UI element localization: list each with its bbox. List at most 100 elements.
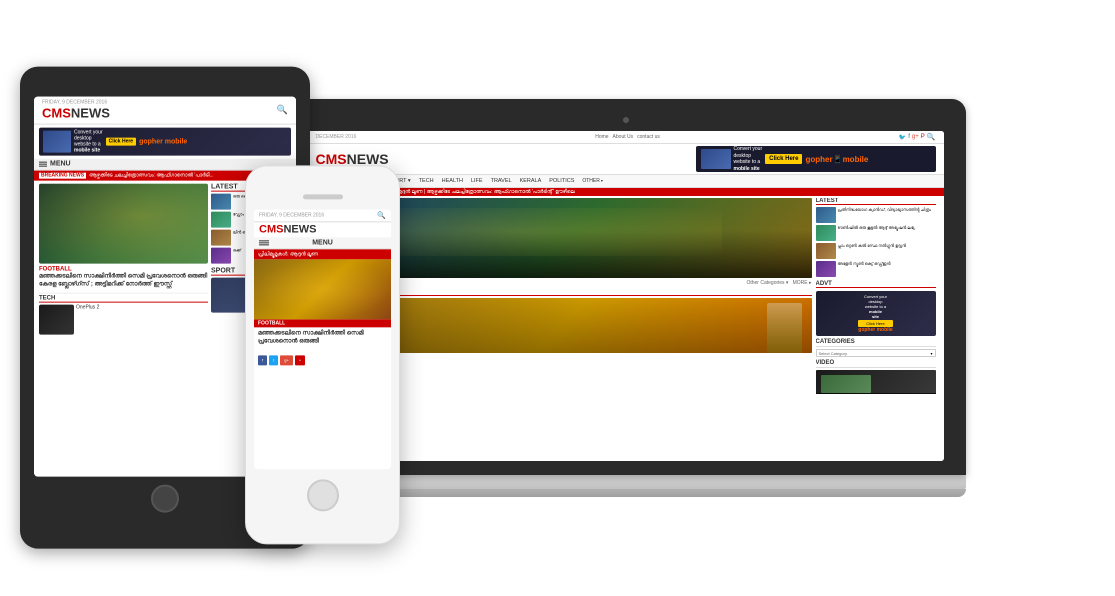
laptop-date-label: DECEMBER 2016 <box>316 134 357 140</box>
phone-menu-bar: MENU <box>254 237 391 249</box>
phone-football-label: FOOTBALL <box>254 319 391 327</box>
phone-header: FRIDAY, 9 DECEMBER 2016 🔍 <box>254 209 391 222</box>
phone-share-facebook[interactable]: f <box>258 355 267 365</box>
laptop-nav-politics[interactable]: POLITICS <box>547 177 576 185</box>
laptop-side-text-3: പ്ലാം ഒറ്റൺ കൽ സ്ഥേ നൽഗ്ലൻ ഉദ്ദ്യൻ <box>838 243 907 259</box>
scene: DECEMBER 2016 Home About Us contact us 🐦… <box>0 0 1115 596</box>
phone-share-more[interactable]: + <box>295 355 305 365</box>
laptop-side-item-3: പ്ലാം ഒറ്റൺ കൽ സ്ഥേ നൽഗ്ലൻ ഉദ്ദ്യൻ <box>816 243 936 259</box>
tablet-side-thumb-4 <box>211 248 231 264</box>
laptop-camera <box>623 117 629 123</box>
phone-breaking-text: പ്രിലിമ്യൂമൂകൾ: ആദ്ദൻ ലൂണ <box>258 251 318 257</box>
facebook-icon[interactable]: f <box>908 134 910 140</box>
twitter-icon[interactable]: 🐦 <box>899 134 906 141</box>
phone-logo-row: CMSNEWS <box>254 222 391 237</box>
tablet-tech-section: TECH OnePlus 2 <box>39 292 208 334</box>
tablet-search-icon[interactable]: 🔍 <box>277 105 288 116</box>
laptop-body: Other Categories ▾ MORE ▸ NEWSROOM Other… <box>308 196 944 396</box>
laptop-ticker: BREAKING NEWS പ്രിലിമ്യൂമൂകൾ: ആദ്ദൻ ലൂണ … <box>308 188 944 196</box>
laptop-categories: CATEGORIES Select Category ▾ <box>816 339 936 357</box>
laptop-side-item-2: ടൗൺഷിൽ ഒരു കൂട്ടൽ ആദ്ദ് അഭ്യൂഷൻ ലഭ്യ <box>816 225 936 241</box>
phone-speaker <box>303 194 343 199</box>
tablet-football-label: FOOTBALL <box>39 267 208 273</box>
laptop-news-site: DECEMBER 2016 Home About Us contact us 🐦… <box>308 131 944 461</box>
laptop-categories-placeholder: Select Category <box>819 351 847 356</box>
laptop-top-ad-banner: Convert your desktop website to a mobile… <box>696 146 936 172</box>
tablet-ad-text: Convert your desktop website to a mobile… <box>74 130 103 154</box>
laptop-nav-about[interactable]: About Us <box>613 134 634 140</box>
googleplus-icon[interactable]: g+ <box>912 134 919 140</box>
laptop-categories-select[interactable]: Select Category ▾ <box>816 349 936 357</box>
phone-story-img <box>254 259 391 319</box>
phone-story-img-inner <box>254 259 391 319</box>
tablet-header: FRIDAY, 9 DECEMBER 2016 CMSNEWS 🔍 <box>34 97 296 125</box>
laptop-main-nav: BUSINESS ▾ MOVIE ▾ SPORT ▾ TECH HEALTH L… <box>308 174 944 188</box>
phone-breaking-bar: പ്രിലിമ്യൂമൂകൾ: ആദ്ദൻ ലൂണ <box>254 249 391 259</box>
phone-share-bar: f t g+ + <box>254 352 391 368</box>
laptop-side-thumb-1 <box>816 207 836 223</box>
tablet-ad-click-btn[interactable]: Click Here <box>106 138 136 146</box>
phone-date: FRIDAY, 9 DECEMBER 2016 <box>259 212 324 218</box>
tablet-side-thumb-1 <box>211 194 231 210</box>
laptop-nav-other[interactable]: OTHER <box>580 177 605 185</box>
laptop-side-ad-brand: gopher mobile <box>858 327 892 333</box>
tablet-ad-phones <box>43 131 71 153</box>
laptop-nav-travel[interactable]: TRAVEL <box>489 177 514 185</box>
laptop-screen: DECEMBER 2016 Home About Us contact us 🐦… <box>308 131 944 461</box>
laptop-video-caption: Final notification on wester... <box>816 393 936 394</box>
laptop-side-thumb-4 <box>816 261 836 277</box>
laptop-side-latest: പ്രതിനിദ്ധയോഗ ക്വാൻഡ്, വിദ്യാഭ്യാസത്തിൻ്… <box>816 207 936 277</box>
tablet-tech-thumb <box>39 304 74 334</box>
tablet-football-story: FOOTBALL മഞ്ഞക്കടലിനെ സാക്ഷിനിർത്തി സെമി… <box>39 267 208 290</box>
laptop-nav-tech[interactable]: TECH <box>417 177 436 185</box>
search-icon[interactable]: 🔍 <box>927 133 936 141</box>
phone-home-btn[interactable] <box>307 479 339 511</box>
laptop-categories-title: CATEGORIES <box>816 339 936 347</box>
hamburger-icon[interactable] <box>39 162 47 167</box>
laptop-side-item-1: പ്രതിനിദ്ധയോഗ ക്വാൻഡ്, വിദ്യാഭ്യാസത്തിൻ്… <box>816 207 936 223</box>
laptop-side-thumb-3 <box>816 243 836 259</box>
tablet-ticker-label: BREAKING NEWS <box>39 173 86 179</box>
phone-share-google[interactable]: g+ <box>280 355 293 365</box>
phone-hamburger-icon[interactable] <box>259 240 269 245</box>
laptop-social-icons: 🐦 f g+ P 🔍 <box>899 133 936 141</box>
laptop-nav-contact[interactable]: contact us <box>637 134 660 140</box>
laptop-ad-icons <box>701 149 731 169</box>
laptop-video-title: VIDEO <box>816 360 936 368</box>
phone-story-title: മഞ്ഞക്കടലിനെ സാക്ഷിനിർത്തി സെമി പ്രവേശനൊ… <box>254 327 391 348</box>
chevron-down-icon: ▾ <box>930 351 932 356</box>
phone-share-twitter[interactable]: t <box>269 355 278 365</box>
laptop-nav-kerala[interactable]: KERALA <box>518 177 544 185</box>
laptop-latest-col: LATEST പ്രതിനിദ്ധയോഗ ക്വാൻഡ്, വിദ്യാഭ്യാ… <box>816 198 936 394</box>
tablet-story-title: മഞ്ഞക്കടലിനെ സാക്ഷിനിർത്തി സെമി പ്രവേശനൊ… <box>39 274 208 290</box>
phone-search-icon[interactable]: 🔍 <box>377 211 386 219</box>
tablet-menu-label: MENU <box>50 161 71 168</box>
laptop-video: VIDEO Final notification on wester... <box>816 360 936 394</box>
laptop-latest-title: LATEST <box>816 198 936 205</box>
tablet-home-btn[interactable] <box>151 485 179 513</box>
tablet-side-text-4: ഒക്ക് <box>233 248 241 264</box>
tablet-tech-text: OnePlus 2 <box>76 304 99 334</box>
tablet-tech-label: TECH <box>39 295 208 302</box>
laptop-video-thumb[interactable]: Final notification on wester... <box>816 370 936 394</box>
tablet-hero-light <box>39 184 208 264</box>
laptop-side-ad-btn[interactable]: Click Here <box>858 320 892 327</box>
laptop-advt-title: ADVT <box>816 281 936 288</box>
pinterest-icon[interactable]: P <box>921 134 925 140</box>
phone-menu-label: MENU <box>312 239 333 246</box>
tablet-ad-content: Convert your desktop website to a mobile… <box>39 130 291 154</box>
tablet-ticker-text: ആഴ്ചക്കിടേ ചലച്ചിത്രോത്സവം: ആഫ്ഗാനൊൽ 'പാ… <box>89 173 214 179</box>
laptop-side-text-4: അളേൻ ന്യൂൺ ഒക്യ് ഒഡ്ഡ്ഇൻ <box>838 261 891 277</box>
laptop-nav-health[interactable]: HEALTH <box>440 177 465 185</box>
laptop-nav-life[interactable]: LIFE <box>469 177 485 185</box>
phone-screen: FRIDAY, 9 DECEMBER 2016 🔍 CMSNEWS <box>254 209 391 469</box>
laptop-news-header: DECEMBER 2016 Home About Us contact us 🐦… <box>308 131 944 144</box>
phone-news-site: FRIDAY, 9 DECEMBER 2016 🔍 CMSNEWS <box>254 209 391 469</box>
laptop-side-text-2: ടൗൺഷിൽ ഒരു കൂട്ടൽ ആദ്ദ് അഭ്യൂഷൻ ലഭ്യ <box>838 225 915 241</box>
laptop-nav-home[interactable]: Home <box>595 134 608 140</box>
laptop-side-thumb-2 <box>816 225 836 241</box>
laptop-logo-ad-row: CMSNEWS Convert your desktop website to … <box>308 144 944 174</box>
laptop-ad-text: Convert your desktop website to a mobile… <box>734 146 763 172</box>
laptop-ad-click-btn[interactable]: Click Here <box>765 154 802 164</box>
tablet-side-thumb-2 <box>211 212 231 228</box>
